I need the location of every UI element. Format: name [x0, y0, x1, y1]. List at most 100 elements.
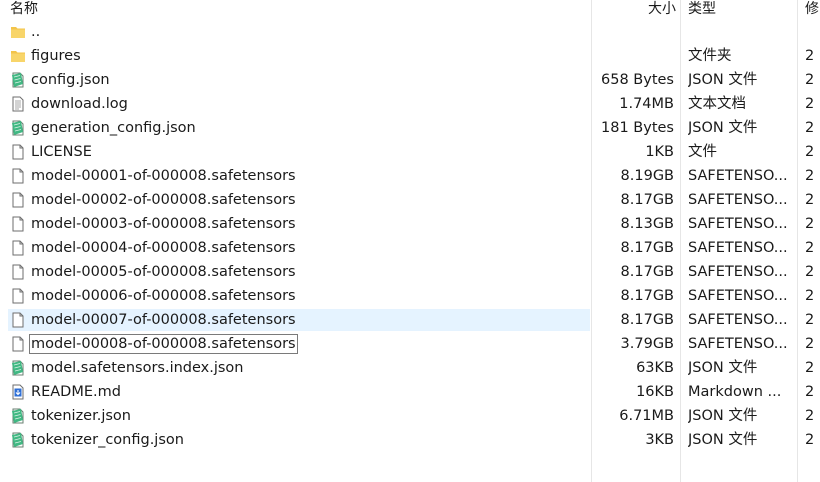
file-type: JSON 文件 — [688, 408, 758, 424]
file-modified: 2 — [805, 336, 815, 352]
file-name[interactable]: model-00005-of-000008.safetensors — [30, 263, 297, 281]
file-modified: 2 — [805, 288, 815, 304]
column-header-modified[interactable]: 修 — [805, 0, 820, 20]
file-size: 3.79GB — [620, 336, 674, 352]
file-modified: 2 — [805, 144, 815, 160]
file-type: SAFETENSO... — [688, 312, 788, 328]
file-size: 8.13GB — [620, 216, 674, 232]
file-size: 1.74MB — [619, 96, 674, 112]
file-modified: 2 — [805, 72, 815, 88]
file-row-model-00005-of-000008-safetensors[interactable]: model-00005-of-000008.safetensors 8.17GB S… — [0, 260, 820, 284]
folder-icon — [10, 48, 26, 64]
file-row-model-00002-of-000008-safetensors[interactable]: model-00002-of-000008.safetensors 8.17GB S… — [0, 188, 820, 212]
file-size: 8.17GB — [620, 288, 674, 304]
file-modified: 2 — [805, 432, 815, 448]
file-size: 16KB — [636, 384, 674, 400]
file-modified: 2 — [805, 120, 815, 136]
file-row-generation-config-json[interactable]: generation_config.json 181 Bytes JSON 文件 2 — [0, 116, 820, 140]
blank-file-icon — [10, 216, 26, 232]
file-type: JSON 文件 — [688, 72, 758, 88]
file-row-model-00001-of-000008-safetensors[interactable]: model-00001-of-000008.safetensors 8.19GB S… — [0, 164, 820, 188]
file-row-model-00007-of-000008-safetensors[interactable]: model-00007-of-000008.safetensors 8.17GB S… — [0, 308, 820, 332]
file-modified: 2 — [805, 384, 815, 400]
file-type: JSON 文件 — [688, 360, 758, 376]
file-size: 3KB — [645, 432, 674, 448]
file-type: SAFETENSO... — [688, 288, 788, 304]
file-modified: 2 — [805, 48, 815, 64]
file-type: JSON 文件 — [688, 120, 758, 136]
blank-file-icon — [10, 336, 26, 352]
file-name[interactable]: config.json — [30, 71, 111, 89]
file-modified: 2 — [805, 96, 815, 112]
file-name[interactable]: download.log — [30, 95, 129, 113]
file-row-license[interactable]: LICENSE 1KB 文件 2 — [0, 140, 820, 164]
file-row-model-safetensors-index-json[interactable]: model.safetensors.index.json 63KB JSON 文件 2 — [0, 356, 820, 380]
file-type: 文本文档 — [688, 96, 746, 112]
blank-file-icon — [10, 144, 26, 160]
blank-file-icon — [10, 312, 26, 328]
markdown-file-icon — [10, 384, 26, 400]
column-header-type[interactable]: 类型 — [688, 0, 788, 20]
file-row-model-00006-of-000008-safetensors[interactable]: model-00006-of-000008.safetensors 8.17GB S… — [0, 284, 820, 308]
file-size: 63KB — [636, 360, 674, 376]
file-row-parent[interactable]: .. — [0, 20, 820, 44]
file-type: SAFETENSO... — [688, 216, 788, 232]
file-size: 8.17GB — [620, 312, 674, 328]
file-name[interactable]: model-00006-of-000008.safetensors — [30, 287, 297, 305]
file-name[interactable]: model-00004-of-000008.safetensors — [30, 239, 297, 257]
column-header-size[interactable]: 大小 — [596, 0, 676, 20]
file-name[interactable]: tokenizer_config.json — [30, 431, 185, 449]
blank-file-icon — [10, 240, 26, 256]
file-row-readme-md[interactable]: README.md 16KB Markdown ... 2 — [0, 380, 820, 404]
file-type: Markdown ... — [688, 384, 782, 400]
file-size: 1KB — [645, 144, 674, 160]
file-name[interactable]: figures — [30, 47, 82, 65]
file-type: SAFETENSO... — [688, 168, 788, 184]
blank-file-icon — [10, 264, 26, 280]
text-file-icon — [10, 96, 26, 112]
file-name[interactable]: model-00008-of-000008.safetensors — [29, 334, 298, 354]
file-size: 8.17GB — [620, 240, 674, 256]
file-type: 文件 — [688, 144, 717, 160]
file-row-figures[interactable]: figures 文件夹 2 — [0, 44, 820, 68]
file-name[interactable]: LICENSE — [30, 143, 93, 161]
file-row-download-log[interactable]: download.log 1.74MB 文本文档 2 — [0, 92, 820, 116]
file-row-config-json[interactable]: config.json 658 Bytes JSON 文件 2 — [0, 68, 820, 92]
file-type: JSON 文件 — [688, 432, 758, 448]
json-file-icon — [10, 432, 26, 448]
blank-file-icon — [10, 168, 26, 184]
file-name[interactable]: README.md — [30, 383, 122, 401]
file-name[interactable]: model-00001-of-000008.safetensors — [30, 167, 297, 185]
file-type: SAFETENSO... — [688, 264, 788, 280]
file-size: 8.19GB — [620, 168, 674, 184]
file-row-tokenizer-json[interactable]: tokenizer.json 6.71MB JSON 文件 2 — [0, 404, 820, 428]
file-row-tokenizer-config-json[interactable]: tokenizer_config.json 3KB JSON 文件 2 — [0, 428, 820, 452]
file-row-model-00004-of-000008-safetensors[interactable]: model-00004-of-000008.safetensors 8.17GB S… — [0, 236, 820, 260]
column-header-bar: 名称 大小 类型 修 — [0, 0, 820, 20]
file-name[interactable]: model.safetensors.index.json — [30, 359, 245, 377]
file-name[interactable]: model-00003-of-000008.safetensors — [30, 215, 297, 233]
json-file-icon — [10, 72, 26, 88]
blank-file-icon — [10, 192, 26, 208]
file-type: 文件夹 — [688, 48, 732, 64]
file-name[interactable]: .. — [30, 23, 41, 41]
file-name[interactable]: tokenizer.json — [30, 407, 132, 425]
file-row-model-00008-of-000008-safetensors[interactable]: model-00008-of-000008.safetensors 3.79GB S… — [0, 332, 820, 356]
file-name[interactable]: model-00002-of-000008.safetensors — [30, 191, 297, 209]
file-size: 6.71MB — [619, 408, 674, 424]
file-size: 181 Bytes — [601, 120, 674, 136]
file-modified: 2 — [805, 192, 815, 208]
file-row-model-00003-of-000008-safetensors[interactable]: model-00003-of-000008.safetensors 8.13GB S… — [0, 212, 820, 236]
file-size: 8.17GB — [620, 192, 674, 208]
file-modified: 2 — [805, 312, 815, 328]
file-size: 8.17GB — [620, 264, 674, 280]
file-name[interactable]: generation_config.json — [30, 119, 197, 137]
file-name[interactable]: model-00007-of-000008.safetensors — [30, 311, 297, 329]
file-size: 658 Bytes — [601, 72, 674, 88]
column-header-name[interactable]: 名称 — [10, 0, 570, 20]
file-modified: 2 — [805, 408, 815, 424]
file-list: .. figures 文件夹 2 config.json 658 Bytes JSON 文件… — [0, 20, 820, 452]
file-modified: 2 — [805, 216, 815, 232]
file-modified: 2 — [805, 264, 815, 280]
file-type: SAFETENSO... — [688, 240, 788, 256]
